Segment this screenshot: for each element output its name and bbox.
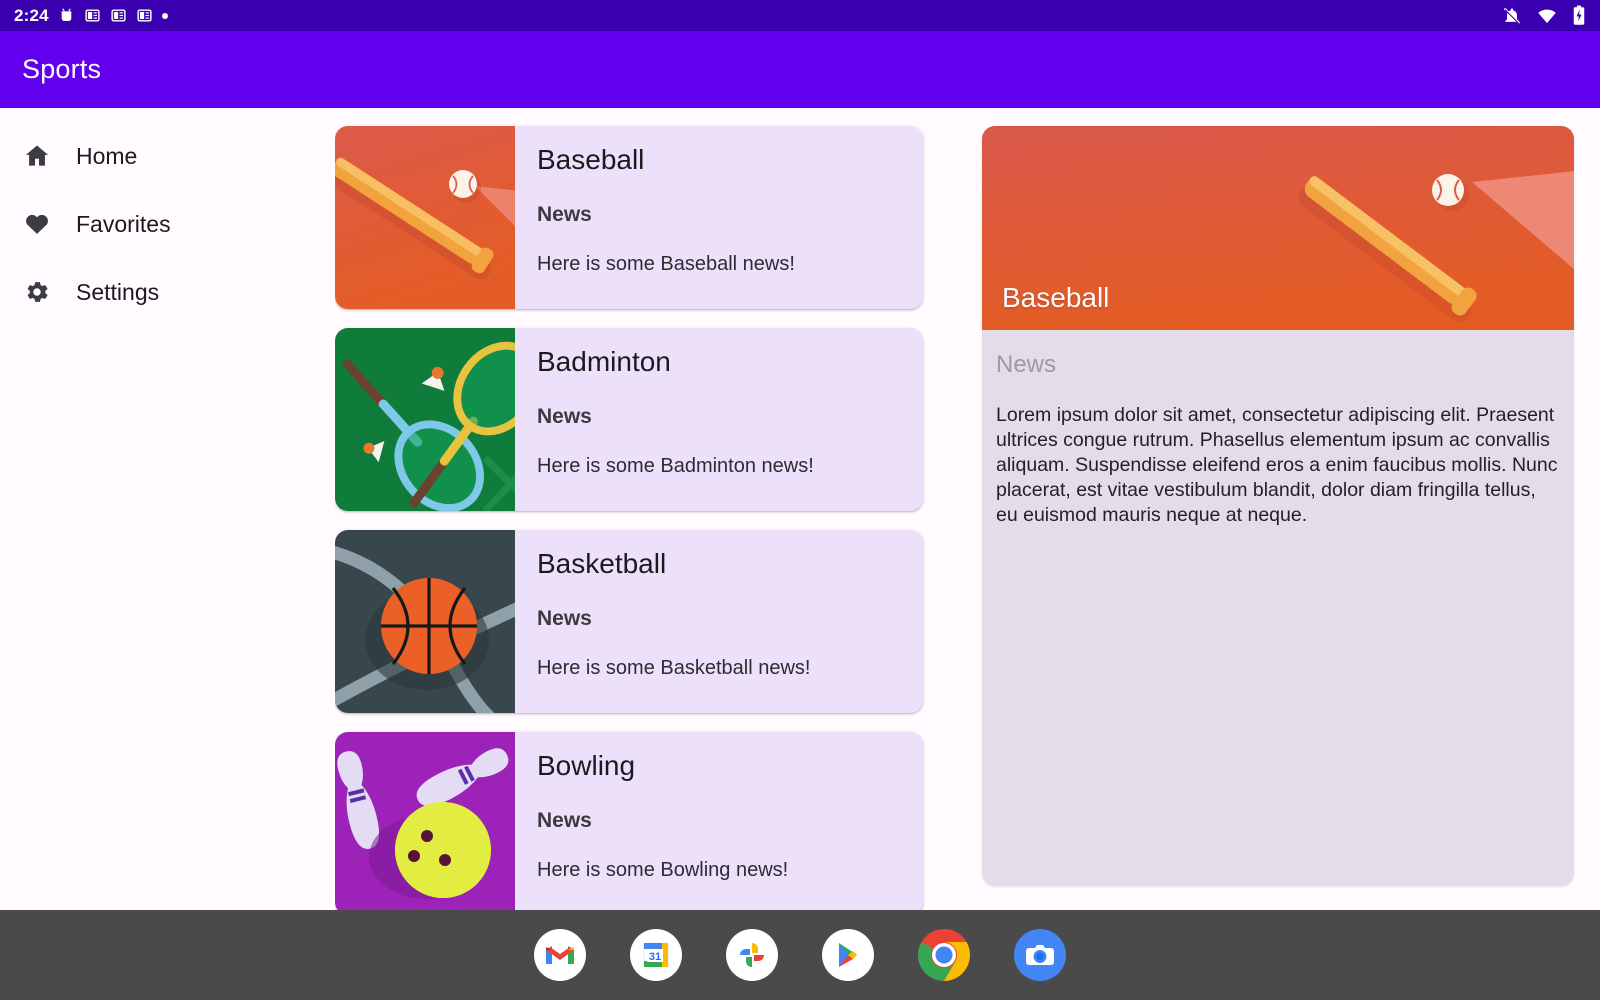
card-description: Here is some Bowling news! [537, 859, 903, 882]
card-description: Here is some Badminton news! [537, 455, 903, 478]
baseball-hero: Baseball [982, 126, 1574, 330]
sports-list[interactable]: Baseball News Here is some Baseball news… [335, 108, 960, 910]
card-body: Bowling News Here is some Bowling news! [515, 732, 923, 910]
detail-column: Baseball News Lorem ipsum dolor sit amet… [960, 108, 1600, 910]
more-dot-icon [162, 13, 168, 19]
status-bar-right [1502, 5, 1586, 26]
sidebar-item-label: Settings [76, 279, 159, 306]
page-title: Sports [0, 54, 101, 85]
card-subtitle: News [537, 607, 903, 631]
detail-body-text: Lorem ipsum dolor sit amet, consectetur … [982, 379, 1574, 528]
gmail-icon[interactable] [534, 929, 586, 981]
list-item-bowling[interactable]: Bowling News Here is some Bowling news! [335, 732, 923, 910]
badminton-thumbnail [335, 328, 515, 511]
notification-card-icon [110, 7, 127, 24]
notification-card-icon [84, 7, 101, 24]
basketball-thumbnail [335, 530, 515, 713]
status-bar: 2:24 [0, 0, 1600, 31]
card-subtitle: News [537, 405, 903, 429]
detail-panel: Baseball News Lorem ipsum dolor sit amet… [982, 126, 1574, 886]
card-subtitle: News [537, 809, 903, 833]
play-store-icon[interactable] [822, 929, 874, 981]
gear-icon [22, 277, 52, 307]
list-item-basketball[interactable]: Basketball News Here is some Basketball … [335, 530, 923, 713]
card-title: Bowling [537, 750, 903, 782]
sidebar: Home Favorites Settings [0, 108, 335, 910]
card-description: Here is some Baseball news! [537, 253, 903, 276]
card-body: Badminton News Here is some Badminton ne… [515, 328, 923, 511]
card-body: Baseball News Here is some Baseball news… [515, 126, 923, 309]
taskbar: 31 [0, 910, 1600, 1000]
calendar-icon[interactable]: 31 [630, 929, 682, 981]
card-subtitle: News [537, 203, 903, 227]
sidebar-item-settings[interactable]: Settings [0, 258, 335, 326]
list-item-badminton[interactable]: Badminton News Here is some Badminton ne… [335, 328, 923, 511]
sidebar-item-favorites[interactable]: Favorites [0, 190, 335, 258]
status-bar-clock: 2:24 [14, 6, 49, 26]
card-description: Here is some Basketball news! [537, 657, 903, 680]
calendar-date-label: 31 [649, 951, 661, 963]
wifi-icon [1536, 6, 1558, 26]
card-body: Basketball News Here is some Basketball … [515, 530, 923, 713]
camera-icon[interactable] [1014, 929, 1066, 981]
notification-card-icon [136, 7, 153, 24]
list-item-baseball[interactable]: Baseball News Here is some Baseball news… [335, 126, 923, 309]
card-title: Baseball [537, 144, 903, 176]
notifications-off-icon [1502, 6, 1522, 26]
screen-root: 2:24 [0, 0, 1600, 1000]
home-icon [22, 141, 52, 171]
main-content: Home Favorites Settings [0, 108, 1600, 910]
status-bar-left: 2:24 [14, 6, 168, 26]
android-debug-icon [58, 7, 75, 24]
sidebar-item-home[interactable]: Home [0, 122, 335, 190]
card-title: Badminton [537, 346, 903, 378]
app-bar: Sports [0, 31, 1600, 108]
heart-icon [22, 209, 52, 239]
detail-subtitle: News [982, 330, 1574, 379]
photos-icon[interactable] [726, 929, 778, 981]
bowling-thumbnail [335, 732, 515, 910]
chrome-icon[interactable] [918, 929, 970, 981]
detail-title: Baseball [1002, 282, 1109, 314]
sidebar-item-label: Favorites [76, 211, 171, 238]
baseball-thumbnail [335, 126, 515, 309]
sidebar-item-label: Home [76, 143, 137, 170]
battery-charging-icon [1572, 5, 1586, 26]
card-title: Basketball [537, 548, 903, 580]
